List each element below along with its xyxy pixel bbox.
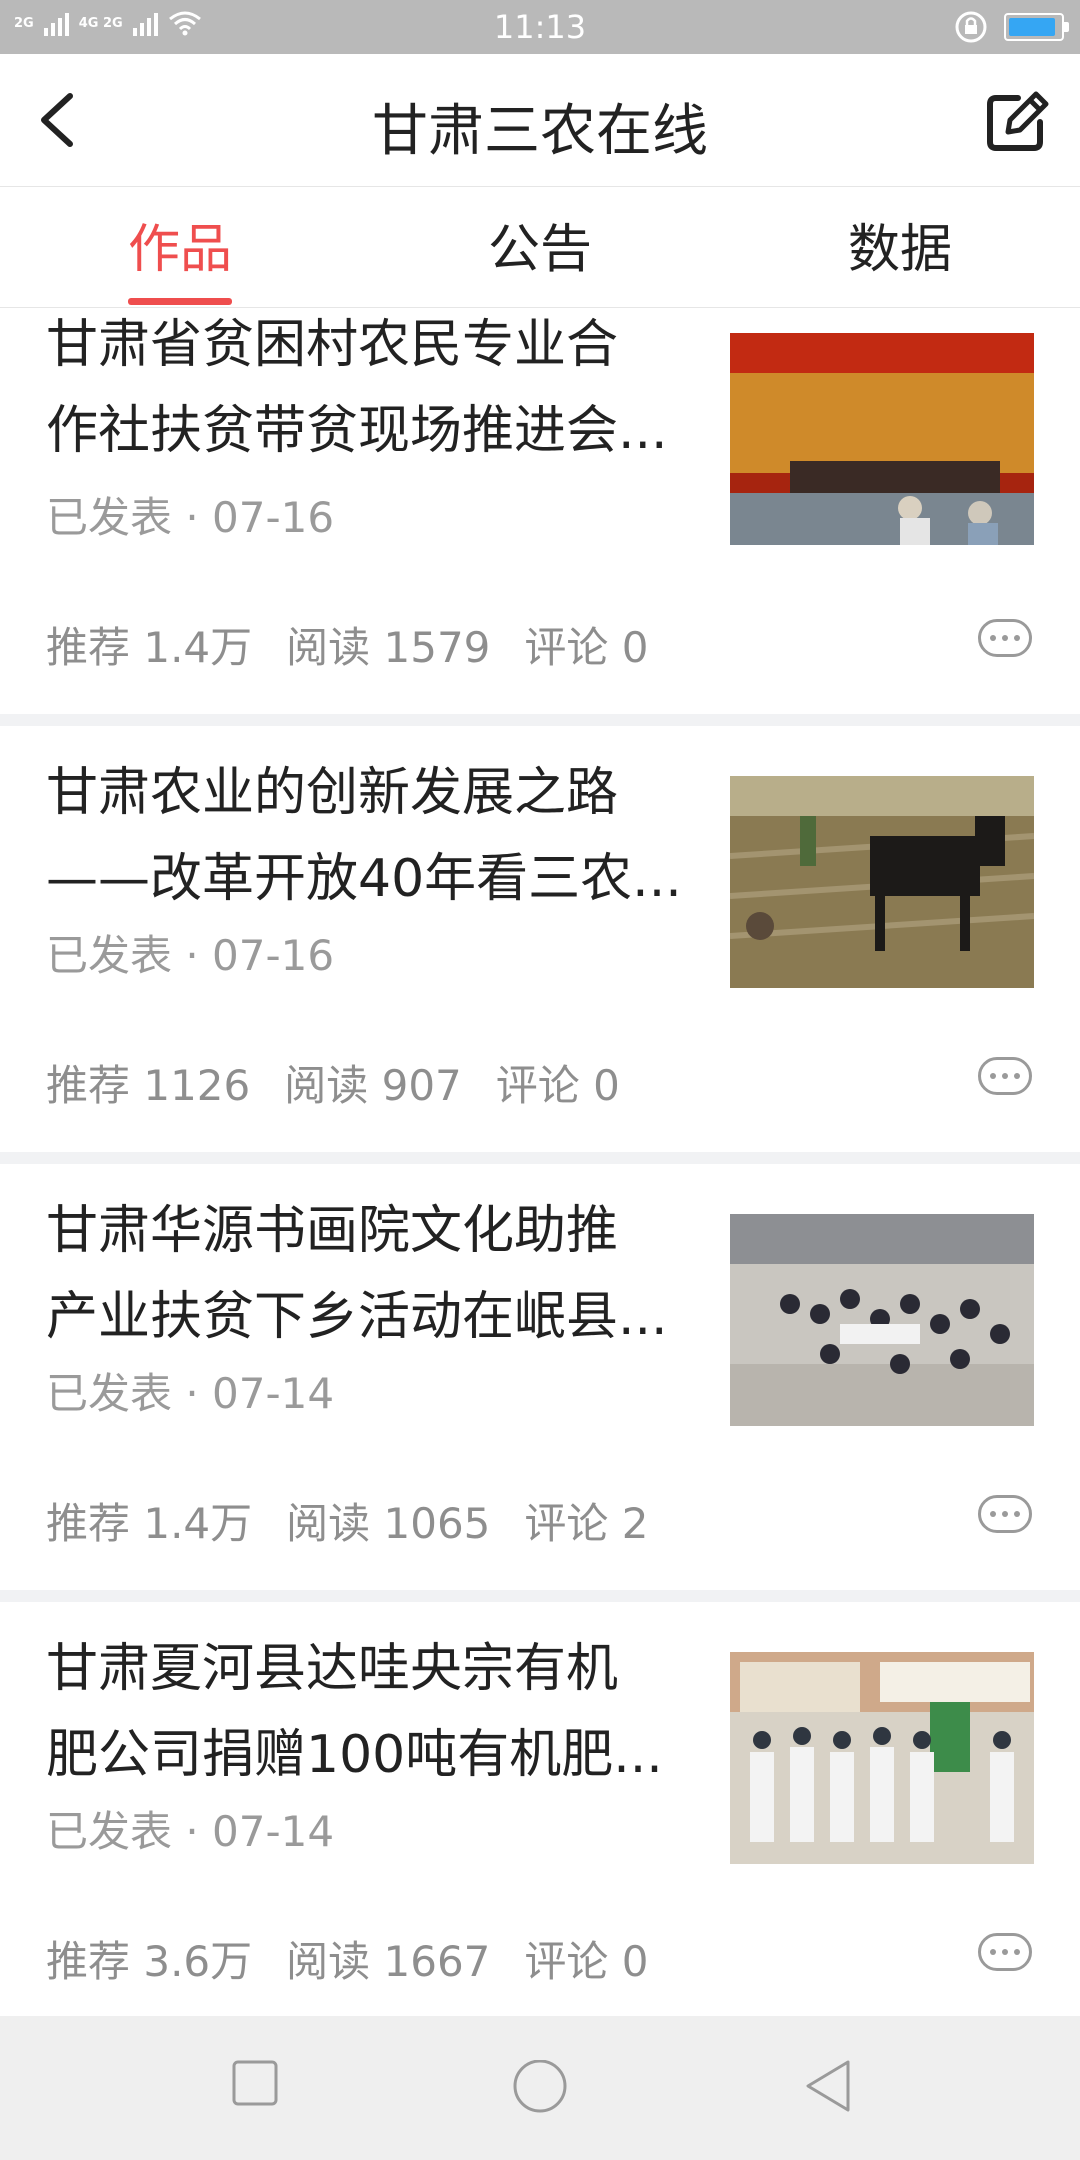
comment-count: 评论 0 <box>524 1937 649 1986</box>
read-count: 阅读 1579 <box>286 623 491 672</box>
article-title-line: 甘肃省贫困村农民专业合 <box>46 315 619 375</box>
edit-compose-icon[interactable] <box>984 88 1050 154</box>
tab-works[interactable]: 作品 <box>80 207 280 282</box>
status-right-icons <box>954 10 1069 44</box>
comment-count: 评论 0 <box>495 1061 620 1110</box>
read-count: 阅读 907 <box>284 1061 462 1110</box>
recommend-count: 推荐 1.4万 <box>46 623 253 672</box>
read-count: 阅读 1667 <box>286 1937 491 1986</box>
recent-apps-icon[interactable] <box>232 2060 278 2106</box>
status-bar: 2G 4G 2G 11:13 <box>0 0 1080 54</box>
divider <box>0 1590 1080 1602</box>
article-title-line: 作社扶贫带贫现场推进会... <box>46 401 668 461</box>
conference-photo-thumbnail[interactable] <box>730 333 1034 545</box>
rotation-lock-icon <box>955 11 987 43</box>
more-options-icon[interactable] <box>978 1933 1032 1971</box>
article-stats: 推荐 1126 阅读 907 评论 0 <box>46 1052 654 1113</box>
status-time: 11:13 <box>493 8 587 46</box>
article-title-line: 产业扶贫下乡活动在岷县... <box>46 1287 668 1347</box>
page-title: 甘肃三农在线 <box>372 99 708 164</box>
article-title-line: 甘肃夏河县达哇央宗有机 <box>46 1639 619 1699</box>
read-count: 阅读 1065 <box>286 1499 491 1548</box>
article-title-line: 甘肃农业的创新发展之路 <box>46 763 619 823</box>
battery-icon <box>1004 13 1069 41</box>
article-title: 甘肃华源书画院文化助推 产业扶贫下乡活动在岷县... <box>46 1188 706 1360</box>
article-title: 甘肃农业的创新发展之路 ——改革开放40年看三农... <box>46 750 706 922</box>
article-stats: 推荐 3.6万 阅读 1667 评论 0 <box>46 1928 682 1989</box>
comment-count: 评论 2 <box>524 1499 649 1548</box>
farm-donkey-photo-thumbnail[interactable] <box>730 776 1034 988</box>
system-nav-bar <box>0 2016 1080 2160</box>
article-stats: 推荐 1.4万 阅读 1065 评论 2 <box>46 1490 682 1551</box>
recommend-count: 推荐 1126 <box>46 1061 251 1110</box>
recommend-count: 推荐 1.4万 <box>46 1499 253 1548</box>
tab-announcements[interactable]: 公告 <box>440 207 640 282</box>
article-card[interactable]: 甘肃农业的创新发展之路 ——改革开放40年看三农... 已发表 · 07-16 … <box>0 726 1080 1152</box>
divider <box>0 714 1080 726</box>
conference-photo-image <box>730 333 1034 545</box>
article-title-line: 肥公司捐赠100吨有机肥... <box>46 1725 663 1785</box>
article-card[interactable]: 甘肃夏河县达哇央宗有机 肥公司捐赠100吨有机肥... 已发表 · 07-14 <box>0 1602 1080 2012</box>
crowd-event-photo-thumbnail[interactable] <box>730 1214 1034 1426</box>
donation-ceremony-photo-image <box>730 1652 1034 1864</box>
more-options-icon[interactable] <box>978 1057 1032 1095</box>
article-title-line: ——改革开放40年看三农... <box>46 849 682 909</box>
tab-data[interactable]: 数据 <box>800 207 1000 282</box>
article-card[interactable]: 甘肃华源书画院文化助推 产业扶贫下乡活动在岷县... 已发表 · 07-14 推… <box>0 1164 1080 1590</box>
donation-ceremony-photo-thumbnail[interactable] <box>730 1652 1034 1864</box>
more-options-icon[interactable] <box>978 619 1032 657</box>
article-feed: 甘肃省贫困村农民专业合 作社扶贫带贫现场推进会... 已发表 · 07-16 推… <box>0 308 1080 2012</box>
farm-donkey-photo-image <box>730 776 1034 988</box>
article-stats: 推荐 1.4万 阅读 1579 评论 0 <box>46 614 682 675</box>
article-meta: 已发表 · 07-14 <box>46 1807 335 1856</box>
home-icon[interactable] <box>512 2060 568 2116</box>
recommend-count: 推荐 3.6万 <box>46 1937 253 1986</box>
tab-bar: 作品 公告 数据 <box>0 187 1080 308</box>
more-options-icon[interactable] <box>978 1495 1032 1533</box>
article-title: 甘肃夏河县达哇央宗有机 肥公司捐赠100吨有机肥... <box>46 1626 706 1798</box>
article-meta: 已发表 · 07-16 <box>46 931 335 980</box>
article-title-line: 甘肃华源书画院文化助推 <box>46 1201 619 1261</box>
article-meta: 已发表 · 07-14 <box>46 1369 335 1418</box>
comment-count: 评论 0 <box>524 623 649 672</box>
crowd-event-photo-image <box>730 1214 1034 1426</box>
article-title: 甘肃省贫困村农民专业合 作社扶贫带贫现场推进会... <box>46 302 706 474</box>
app-header: 甘肃三农在线 <box>0 54 1080 187</box>
article-card[interactable]: 甘肃省贫困村农民专业合 作社扶贫带贫现场推进会... 已发表 · 07-16 推… <box>0 308 1080 714</box>
article-meta: 已发表 · 07-16 <box>46 493 335 542</box>
divider <box>0 1152 1080 1164</box>
back-triangle-icon[interactable] <box>804 2060 854 2112</box>
